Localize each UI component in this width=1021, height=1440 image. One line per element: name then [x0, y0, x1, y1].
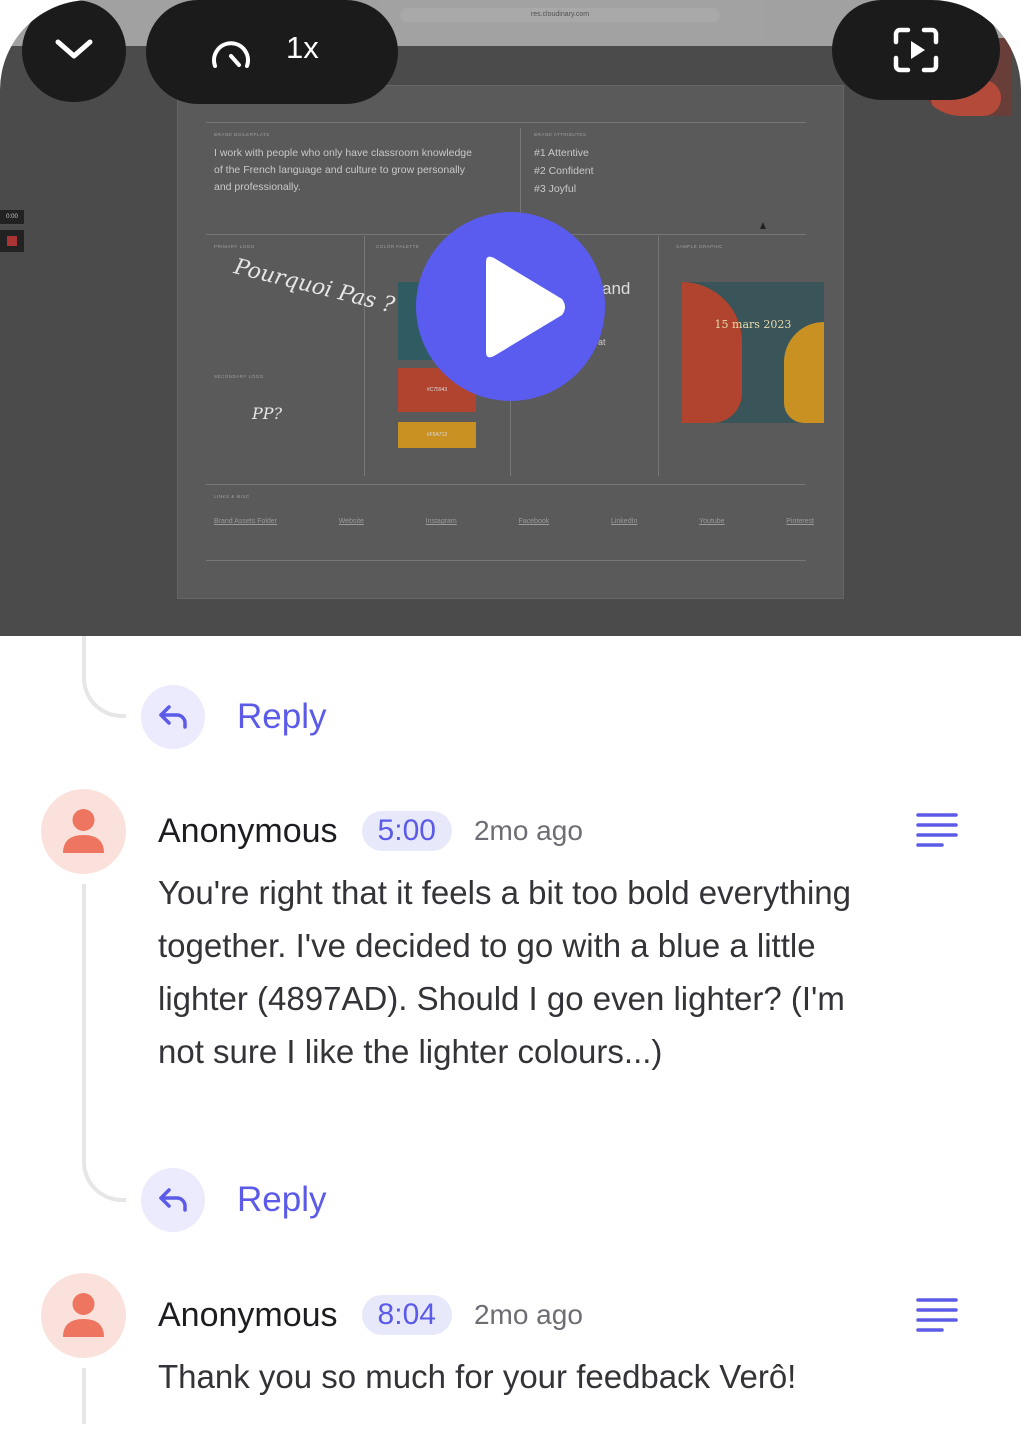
reply-button[interactable] [141, 1168, 205, 1232]
comment-header: Anonymous 8:04 2mo ago [158, 1293, 583, 1337]
play-button[interactable] [416, 212, 605, 401]
recorded-url: res.cloudinary.com [400, 8, 720, 22]
video-player[interactable]: res.cloudinary.com 0:00 BRAND BOILERPLAT… [0, 0, 1021, 636]
brand-heading-partial: and [602, 279, 631, 298]
link-brand-assets: Brand Assets Folder [214, 518, 278, 525]
reply-arrow-icon [159, 1188, 187, 1212]
playback-speed-button[interactable]: 1x [146, 0, 398, 104]
caption-secondary-logo: SECONDARY LOGO [214, 374, 264, 379]
link-youtube: Youtube [699, 518, 725, 525]
user-icon [63, 809, 104, 853]
timestamp-badge[interactable]: 5:00 [361, 811, 452, 851]
caption-links: LINKS & MISC [214, 494, 250, 499]
link-instagram: Instagram [425, 518, 457, 525]
caption-sample-graphic: SAMPLE GRAPHIC [676, 244, 724, 249]
comment-author: Anonymous [158, 1295, 338, 1334]
comment-body: Thank you so much for your feedback Verô… [158, 1358, 797, 1395]
attribute-2: #2 Confident [534, 165, 594, 177]
caption-primary-logo: PRIMARY LOGO [214, 244, 255, 249]
caption-boilerplate: BRAND BOILERPLATE [214, 132, 270, 137]
speedometer-icon [212, 41, 250, 68]
reply-button[interactable] [141, 685, 205, 749]
caption-attributes: BRAND ATTRIBUTES [534, 132, 587, 137]
reply-label[interactable]: Reply [237, 697, 326, 737]
play-icon [486, 256, 565, 358]
timestamp-badge[interactable]: 8:04 [361, 1295, 452, 1335]
sample-graphic: 15 mars 2023 [682, 282, 824, 423]
comment-author: Anonymous [158, 811, 338, 850]
reply-row-2[interactable]: Reply [141, 1168, 326, 1232]
recorded-stop-icon [0, 230, 24, 252]
secondary-logo: PP? [252, 404, 283, 423]
attribute-3: #3 Joyful [534, 183, 577, 195]
link-facebook: Facebook [518, 518, 550, 525]
collapse-button[interactable] [22, 0, 126, 102]
fullscreen-icon [893, 27, 939, 73]
avatar [41, 789, 126, 874]
thread-connector [82, 636, 126, 718]
recorded-cursor [760, 222, 766, 229]
link-linkedin: LinkedIn [610, 518, 638, 525]
comment-menu-icon[interactable] [916, 1297, 958, 1333]
reply-row-1[interactable]: Reply [141, 685, 326, 749]
fullscreen-button[interactable] [832, 0, 1000, 100]
attribute-1: #1 Attentive [534, 147, 589, 159]
thread-connector [82, 884, 126, 1202]
link-website: Website [338, 518, 364, 525]
primary-logo: Pourquoi Pas ? [231, 254, 397, 319]
recorded-timer: 0:00 [0, 210, 24, 224]
comment-header: Anonymous 5:00 2mo ago [158, 809, 583, 853]
speed-label: 1x [286, 30, 319, 65]
caption-color-palette: COLOR PALETTE [376, 244, 420, 249]
reply-label[interactable]: Reply [237, 1180, 326, 1220]
thread-connector [82, 1368, 86, 1424]
user-icon [63, 1293, 104, 1337]
chevron-down-icon [55, 39, 93, 59]
brand-links: Brand Assets Folder Website Instagram Fa… [214, 518, 814, 525]
comment-age: 2mo ago [473, 815, 583, 846]
link-pinterest: Pinterest [786, 518, 814, 525]
swatch-yellow: #F5A712 [398, 422, 476, 448]
comment-age: 2mo ago [473, 1299, 583, 1330]
comment-body: You're right that it feels a bit too bol… [158, 874, 852, 1070]
sample-graphic-date: 15 mars 2023 [714, 318, 792, 331]
brand-bio: I work with people who only have classro… [214, 147, 472, 193]
reply-arrow-icon [159, 705, 187, 729]
comment-menu-icon[interactable] [916, 812, 958, 848]
avatar [41, 1273, 126, 1358]
